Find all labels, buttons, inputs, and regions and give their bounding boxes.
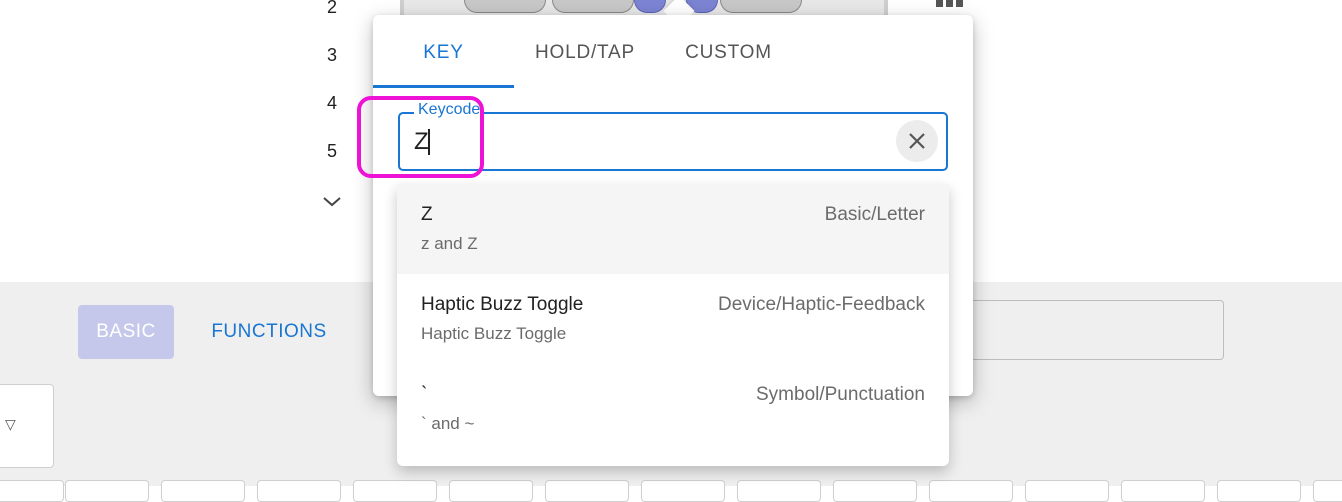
keycode-input[interactable] (414, 126, 874, 158)
chevron-down-icon[interactable] (320, 190, 344, 214)
layer-number[interactable]: 2 (322, 0, 342, 18)
key-tile[interactable] (65, 480, 149, 502)
triangle-down-icon: ▽ (5, 417, 16, 433)
key-tile[interactable] (1025, 480, 1109, 502)
keycode-results-list: Z z and Z Basic/Letter Haptic Buzz Toggl… (397, 184, 949, 466)
side-select[interactable]: ▽ (0, 384, 54, 468)
result-title: Z (421, 204, 433, 225)
key-tile[interactable] (1313, 480, 1342, 502)
result-item[interactable]: ` ` and ~ Symbol/Punctuation (397, 364, 949, 454)
result-item[interactable]: Z z and Z Basic/Letter (397, 184, 949, 274)
close-icon (909, 133, 925, 149)
result-category: Symbol/Punctuation (756, 384, 925, 405)
layer-number[interactable]: 4 (322, 93, 342, 114)
key-tile[interactable] (929, 480, 1013, 502)
tab-key[interactable]: KEY (373, 42, 514, 82)
key-tile[interactable] (545, 480, 629, 502)
tab-custom[interactable]: CUSTOM (656, 42, 801, 82)
grid-icon[interactable] (936, 0, 964, 8)
result-title: ` (421, 384, 428, 405)
tab-hold-tap[interactable]: HOLD/TAP (514, 42, 656, 82)
key-tile[interactable] (161, 480, 245, 502)
key-tile[interactable] (641, 480, 725, 502)
palette-search-field[interactable] (940, 300, 1224, 360)
key-tile[interactable] (0, 480, 64, 502)
result-category: Basic/Letter (824, 204, 925, 225)
result-category: Device/Haptic-Feedback (718, 294, 925, 315)
result-subtitle: ` and ~ (421, 414, 475, 433)
text-caret (428, 129, 430, 155)
category-basic-button[interactable]: BASIC (78, 305, 174, 359)
keyboard-key-selected[interactable] (634, 0, 666, 13)
result-item[interactable]: Haptic Buzz Toggle Haptic Buzz Toggle De… (397, 274, 949, 364)
result-title: Haptic Buzz Toggle (421, 294, 584, 315)
result-subtitle: z and Z (421, 234, 478, 253)
key-tile[interactable] (353, 480, 437, 502)
tab-indicator (373, 85, 514, 88)
result-subtitle: Haptic Buzz Toggle (421, 324, 567, 343)
key-tile[interactable] (1217, 480, 1301, 502)
layer-number[interactable]: 3 (322, 45, 342, 66)
layer-number[interactable]: 5 (322, 141, 342, 162)
keyboard-key[interactable] (552, 0, 634, 13)
key-tile[interactable] (449, 480, 533, 502)
key-tile[interactable] (833, 480, 917, 502)
keycode-label: Keycode (414, 101, 485, 119)
key-tile[interactable] (737, 480, 821, 502)
keyboard-key[interactable] (720, 0, 802, 13)
key-tile[interactable] (1121, 480, 1205, 502)
key-tile[interactable] (257, 480, 341, 502)
keyboard-key[interactable] (464, 0, 546, 13)
category-functions-button[interactable]: FUNCTIONS (196, 305, 342, 359)
clear-button[interactable] (896, 120, 938, 162)
